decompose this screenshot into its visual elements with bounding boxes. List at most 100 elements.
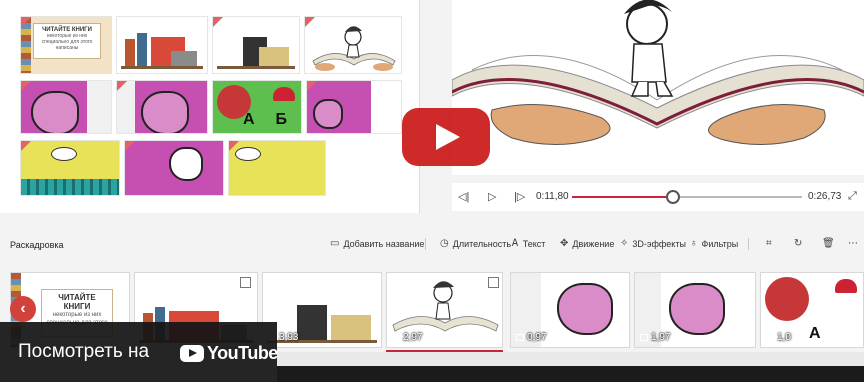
storyboard-clip[interactable]: 3,93 (262, 272, 382, 348)
3d-effects-label: 3D-эффекты (632, 238, 686, 249)
library-tile-read-books[interactable]: ЧИТАЙТЕ КНИГИ некоторые из них специальн… (20, 16, 112, 74)
more-icon: ⋯ (848, 238, 858, 249)
clip-duration: 1,0 (766, 332, 791, 343)
face-drawing (313, 99, 343, 129)
step-back-icon[interactable]: ◁| (458, 190, 469, 203)
storyboard-clip-selected[interactable]: 2,97 (386, 272, 503, 348)
play-triangle-icon (189, 349, 197, 357)
clip-duration-value: 1,97 (651, 332, 671, 343)
seek-bar-thumb[interactable] (666, 190, 681, 204)
duration-label: Длительность (452, 238, 512, 249)
seek-bar[interactable] (572, 190, 802, 204)
clip-duration-value: 1,0 (777, 332, 791, 343)
scroll-left-button[interactable]: ‹ (10, 296, 36, 322)
book-image (125, 39, 135, 67)
book-image (171, 51, 197, 67)
library-tile-speech[interactable] (306, 80, 402, 134)
text-button[interactable]: Ꭺ Текст (512, 238, 545, 249)
unused-flag-icon (21, 17, 31, 27)
face-drawing (169, 147, 203, 181)
storyboard-clip[interactable]: 1,97 (634, 272, 756, 348)
library-tile-bath[interactable] (20, 140, 120, 196)
book-image (297, 305, 327, 341)
current-time: 0:11,80 (536, 191, 569, 202)
motion-button[interactable]: ✥ Движение (560, 238, 614, 249)
3d-effects-icon: ✧ (620, 238, 629, 249)
title-card-text: некоторые из них специально для этого на… (41, 33, 93, 51)
letter-a-image: A (243, 111, 255, 128)
youtube-logo: YouTube (180, 343, 278, 364)
duration-button[interactable]: ◷ Длительность (440, 238, 511, 249)
clip-select-checkbox[interactable] (240, 277, 251, 288)
unused-flag-icon (305, 17, 315, 27)
resize-icon: ⌗ (766, 238, 772, 249)
image-icon (640, 334, 648, 341)
clip-duration: 1,97 (640, 332, 670, 343)
delete-button[interactable]: 🗑 (822, 238, 835, 249)
book-image (137, 33, 147, 67)
library-tile-face-2[interactable] (116, 80, 208, 134)
book-image (331, 315, 371, 341)
face-drawing (31, 91, 79, 133)
panel-image (371, 81, 401, 133)
library-tile-letters[interactable]: A Б (212, 80, 302, 134)
storyboard-title: Раскадровка (10, 240, 64, 250)
unused-flag-icon (307, 81, 317, 91)
rotate-button[interactable]: ↻ (794, 238, 802, 249)
add-title-button[interactable]: ▭ Добавить название (330, 238, 424, 249)
toolbar-divider (425, 238, 426, 250)
filters-button[interactable]: ♁ Фильтры (690, 238, 738, 249)
clip-select-checkbox[interactable] (488, 277, 499, 288)
youtube-play-icon (180, 345, 204, 362)
resize-button[interactable]: ⌗ (766, 238, 772, 249)
title-card: ЧИТАЙТЕ КНИГИ некоторые из них специальн… (33, 23, 101, 59)
mushroom-image (273, 87, 295, 101)
trash-icon: 🗑 (822, 238, 835, 249)
text-icon: Ꭺ (512, 238, 519, 249)
library-tile-books[interactable] (116, 16, 208, 74)
library-tile-yellow[interactable] (228, 140, 326, 196)
storyboard-clip[interactable]: 0,97 (510, 272, 630, 348)
preview-frame-image (452, 0, 864, 145)
motion-icon: ✥ (560, 238, 569, 249)
library-tile-face-1[interactable] (20, 80, 112, 134)
youtube-wordmark: YouTube (207, 343, 278, 363)
clock-icon: ◷ (440, 238, 449, 249)
more-options-button[interactable]: ⋯ (848, 238, 858, 249)
unused-flag-icon (229, 141, 239, 151)
letter-a-image: A (809, 325, 821, 342)
unused-flag-icon (125, 141, 135, 151)
add-title-label: Добавить название (343, 238, 425, 249)
step-forward-icon[interactable]: |▷ (514, 190, 525, 203)
face-drawing (669, 283, 725, 335)
watch-on-label: Посмотреть на (18, 341, 150, 362)
play-icon[interactable]: ▷ (488, 190, 496, 203)
library-tile-curtain[interactable] (124, 140, 224, 196)
unused-flag-icon (213, 17, 223, 27)
clip-card-heading: ЧИТАЙТЕ КНИГИ (58, 293, 96, 311)
panel-image (87, 81, 111, 133)
fullscreen-icon[interactable]: ⤢ (848, 190, 857, 203)
clip-duration-value: 3,93 (279, 332, 299, 343)
waves-image (21, 179, 119, 195)
boy-on-book-image (312, 26, 396, 71)
text-label: Текст (522, 238, 546, 249)
storyboard-clip[interactable]: A 1,0 (760, 272, 864, 348)
unused-flag-icon (117, 81, 127, 91)
library-tile-boy-on-book[interactable] (304, 16, 402, 74)
filters-icon: ♁ (690, 238, 698, 249)
3d-effects-button[interactable]: ✧ 3D-эффекты (620, 238, 686, 249)
library-tile-open-book-shelf[interactable] (212, 16, 300, 74)
face-drawing (141, 91, 189, 133)
bottom-bar (277, 352, 864, 382)
total-time: 0:26,73 (808, 191, 842, 202)
playback-controls: ◁| ▷ |▷ 0:11,80 0:26,73 ⤢ (452, 183, 864, 211)
media-library: ЧИТАЙТЕ КНИГИ некоторые из них специальн… (0, 0, 420, 213)
letter-b-image: Б (275, 111, 288, 128)
clip-duration: 2,97 (392, 332, 422, 343)
shelf-image (121, 66, 203, 69)
youtube-play-button[interactable] (402, 108, 490, 166)
watch-on-youtube-link[interactable]: Посмотреть на YouTube (0, 322, 278, 382)
play-icon (436, 124, 460, 150)
video-preview[interactable] (452, 0, 864, 175)
